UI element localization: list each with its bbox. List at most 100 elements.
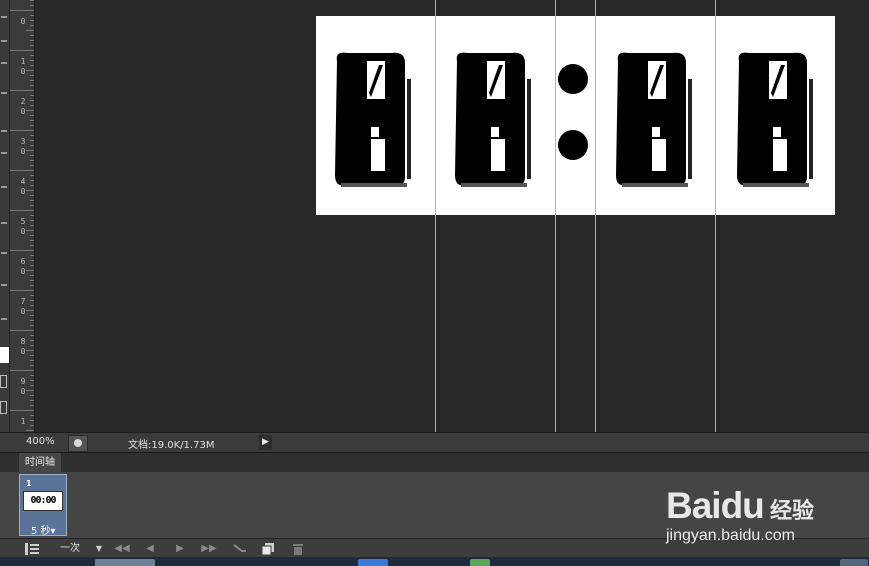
ruler-label: 8 0: [20, 337, 26, 356]
ruler-tick: [30, 140, 34, 141]
ruler-tick: [30, 275, 34, 276]
taskbar-button[interactable]: [470, 559, 490, 566]
ruler-tick: [30, 285, 34, 286]
digit-segment: [461, 183, 527, 187]
ruler-tick: [10, 10, 34, 11]
loop-dropdown-arrow[interactable]: ▼: [90, 539, 108, 558]
ruler-tick: [10, 210, 34, 211]
os-taskbar: [0, 557, 869, 566]
ruler-tick: [10, 290, 34, 291]
tool-icon[interactable]: [1, 40, 7, 42]
tool-icon[interactable]: [1, 252, 7, 254]
taskbar-button[interactable]: [840, 559, 868, 566]
tool-icon[interactable]: [1, 62, 7, 64]
baidu-jingyan-watermark: Baidu 经验 jingyan.baidu.com: [660, 470, 860, 550]
tool-icon[interactable]: [1, 92, 7, 94]
ruler-tick: [30, 365, 34, 366]
foreground-color-swatch[interactable]: [0, 347, 9, 363]
digit-segment: [652, 127, 660, 137]
ruler-tick: [30, 235, 34, 236]
ruler-tick: [30, 165, 34, 166]
tool-strip[interactable]: [0, 0, 10, 432]
clock-digit: [733, 49, 813, 187]
guide-line[interactable]: [595, 0, 596, 432]
first-frame-button[interactable]: ◀◀: [110, 539, 134, 558]
ruler-tick: [30, 125, 34, 126]
clock-digit: [451, 49, 531, 187]
status-menu-arrow[interactable]: ▶: [259, 435, 272, 450]
digit-segment: [371, 127, 379, 137]
watermark-text: 经验: [770, 499, 815, 524]
ruler-tick: [30, 145, 34, 146]
ruler-tick: [10, 130, 34, 131]
tool-icon[interactable]: [1, 186, 7, 188]
digit-segment: [371, 139, 385, 171]
ruler-tick: [30, 0, 34, 1]
ruler-tick: [30, 320, 34, 321]
ruler-label: 4 0: [20, 177, 26, 196]
ruler-tick: [26, 190, 34, 191]
ruler-tick: [30, 105, 34, 106]
tool-icon[interactable]: [1, 318, 7, 320]
tool-icon[interactable]: [1, 130, 7, 132]
clock-digit: [331, 49, 411, 187]
play-button[interactable]: ▶: [168, 539, 192, 558]
taskbar-button[interactable]: [358, 559, 388, 566]
ruler-tick: [26, 230, 34, 231]
document-canvas[interactable]: [316, 16, 835, 215]
frame-options-icon[interactable]: [18, 539, 46, 558]
frame-preview: 00:00: [23, 491, 63, 511]
ruler-tick: [30, 335, 34, 336]
ruler-tick: [26, 30, 34, 31]
taskbar-button[interactable]: [95, 559, 155, 566]
guide-line[interactable]: [715, 0, 716, 432]
guide-line[interactable]: [555, 0, 556, 432]
zoom-level[interactable]: 400%: [26, 436, 55, 447]
ruler-label: 6 0: [20, 257, 26, 276]
ruler-tick: [30, 215, 34, 216]
ruler-tick: [10, 250, 34, 251]
ruler-tick: [30, 160, 34, 161]
tool-icon[interactable]: [1, 152, 7, 154]
digit-segment: [622, 183, 688, 187]
duplicate-frame-icon[interactable]: [256, 539, 280, 558]
quick-mask-icon[interactable]: [0, 375, 7, 388]
ruler-tick: [30, 25, 34, 26]
ruler-tick: [26, 350, 34, 351]
tween-icon[interactable]: [228, 539, 252, 558]
ruler-tick: [30, 60, 34, 61]
tool-icon[interactable]: [1, 222, 7, 224]
canvas-area[interactable]: [35, 0, 869, 432]
tool-icon[interactable]: [1, 284, 7, 286]
ruler-tick: [26, 310, 34, 311]
ruler-tick: [26, 70, 34, 71]
next-frame-button[interactable]: ▶▶: [196, 539, 222, 558]
ruler-tick: [30, 225, 34, 226]
ruler-tick: [30, 200, 34, 201]
ruler-tick: [30, 425, 34, 426]
tab-timeline[interactable]: 时间轴: [19, 453, 61, 473]
colon-dot-bottom: [558, 130, 588, 160]
screen-mode-icon[interactable]: [0, 401, 7, 414]
digit-glyph: [335, 52, 411, 187]
digit-segment: [491, 127, 499, 137]
loop-options-select[interactable]: 一次: [50, 539, 90, 558]
digit-glyph: [616, 52, 692, 187]
frame-delay-select[interactable]: 5 秒▾: [31, 522, 56, 537]
ruler-tick: [30, 195, 34, 196]
ruler-tick: [30, 95, 34, 96]
ruler-tick: [30, 300, 34, 301]
ruler-tick: [30, 45, 34, 46]
tool-icon[interactable]: [1, 16, 7, 18]
ruler-tick: [30, 395, 34, 396]
ruler-tick: [30, 415, 34, 416]
ruler-tick: [30, 325, 34, 326]
guide-line[interactable]: [435, 0, 436, 432]
digit-segment: [491, 139, 505, 171]
zoom-info-icon[interactable]: [68, 435, 88, 452]
previous-frame-button[interactable]: ◀: [138, 539, 162, 558]
ruler-tick: [30, 380, 34, 381]
ruler-tick: [26, 110, 34, 111]
delete-frame-icon[interactable]: [286, 539, 310, 558]
animation-frame[interactable]: 1 00:00 5 秒▾: [19, 474, 67, 537]
